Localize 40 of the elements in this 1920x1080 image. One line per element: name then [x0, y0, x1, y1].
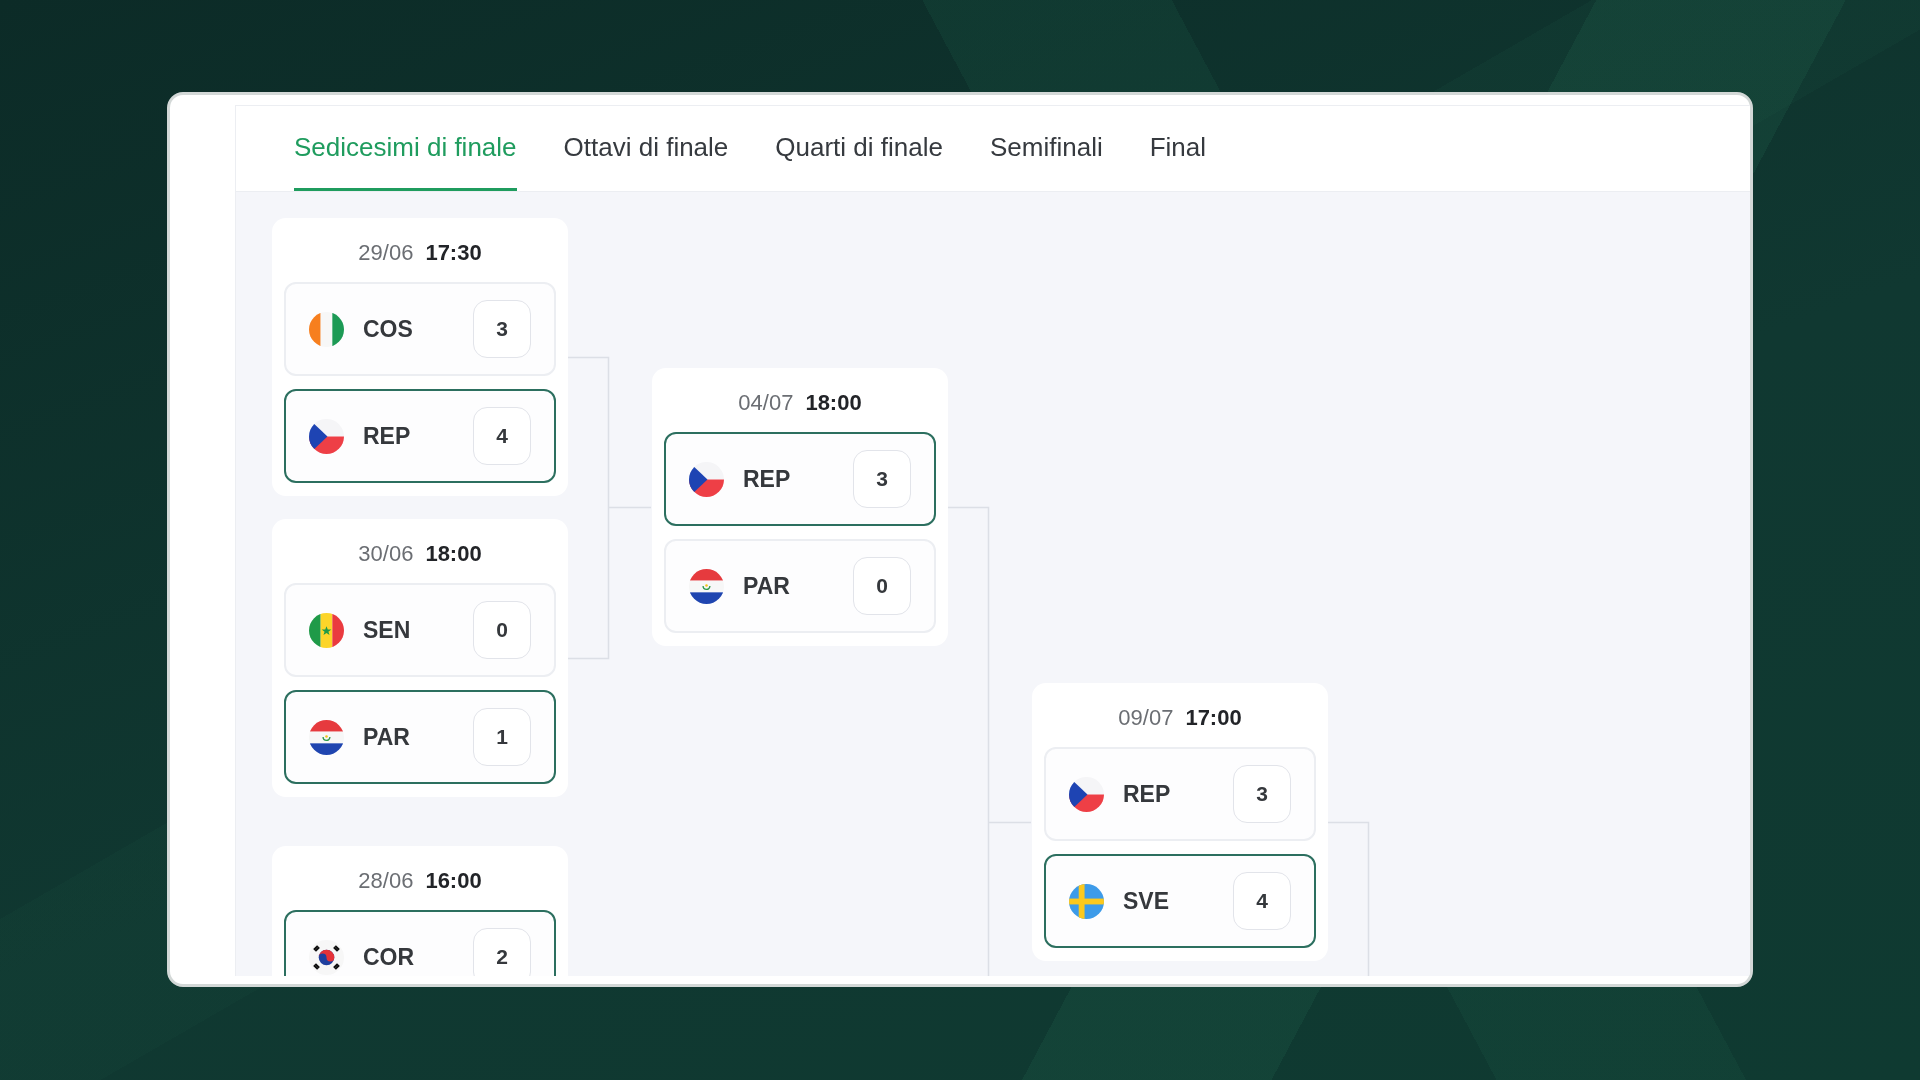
- czech-flag-icon: [309, 418, 344, 454]
- match-time: 17:30: [425, 240, 482, 266]
- sweden-flag-icon: [1069, 883, 1104, 919]
- team-name: REP: [363, 422, 411, 450]
- paraguay-flag-icon: [309, 719, 344, 755]
- team-score: 2: [473, 928, 531, 976]
- match-time: 18:00: [805, 390, 862, 416]
- team-name: COR: [363, 943, 415, 971]
- team-score: 4: [1233, 872, 1291, 930]
- round-tab[interactable]: Quarti di finale: [775, 106, 943, 191]
- team-score: 1: [473, 708, 531, 766]
- senegal-flag-icon: [309, 612, 344, 648]
- match-date: 09/07: [1118, 705, 1174, 731]
- paraguay-flag-icon: [689, 568, 724, 604]
- team-score: 0: [853, 557, 911, 615]
- czech-flag-icon: [1069, 776, 1104, 812]
- czech-flag-icon: [689, 461, 724, 497]
- match-date: 28/06: [358, 868, 414, 894]
- team-name: PAR: [743, 572, 790, 600]
- team-name: SEN: [363, 616, 411, 644]
- team-score: 3: [1233, 765, 1291, 823]
- team-name: PAR: [363, 723, 410, 751]
- team-score: 3: [853, 450, 911, 508]
- team-score: 0: [473, 601, 531, 659]
- match-time: 16:00: [425, 868, 482, 894]
- match-date: 29/06: [358, 240, 414, 266]
- match-date: 04/07: [738, 390, 794, 416]
- round-tab[interactable]: Ottavi di finale: [563, 106, 729, 191]
- team-name: COS: [363, 315, 413, 343]
- match-date: 30/06: [358, 541, 414, 567]
- ivory-coast-flag-icon: [309, 311, 344, 347]
- team-name: SVE: [1123, 887, 1170, 915]
- team-score: 4: [473, 407, 531, 465]
- match-time: 17:00: [1185, 705, 1242, 731]
- round-tab[interactable]: Semifinali: [989, 106, 1103, 191]
- match-time: 18:00: [425, 541, 482, 567]
- round-tab[interactable]: Final: [1149, 106, 1207, 191]
- team-name: REP: [1123, 780, 1171, 808]
- team-score: 3: [473, 300, 531, 358]
- team-name: REP: [743, 465, 791, 493]
